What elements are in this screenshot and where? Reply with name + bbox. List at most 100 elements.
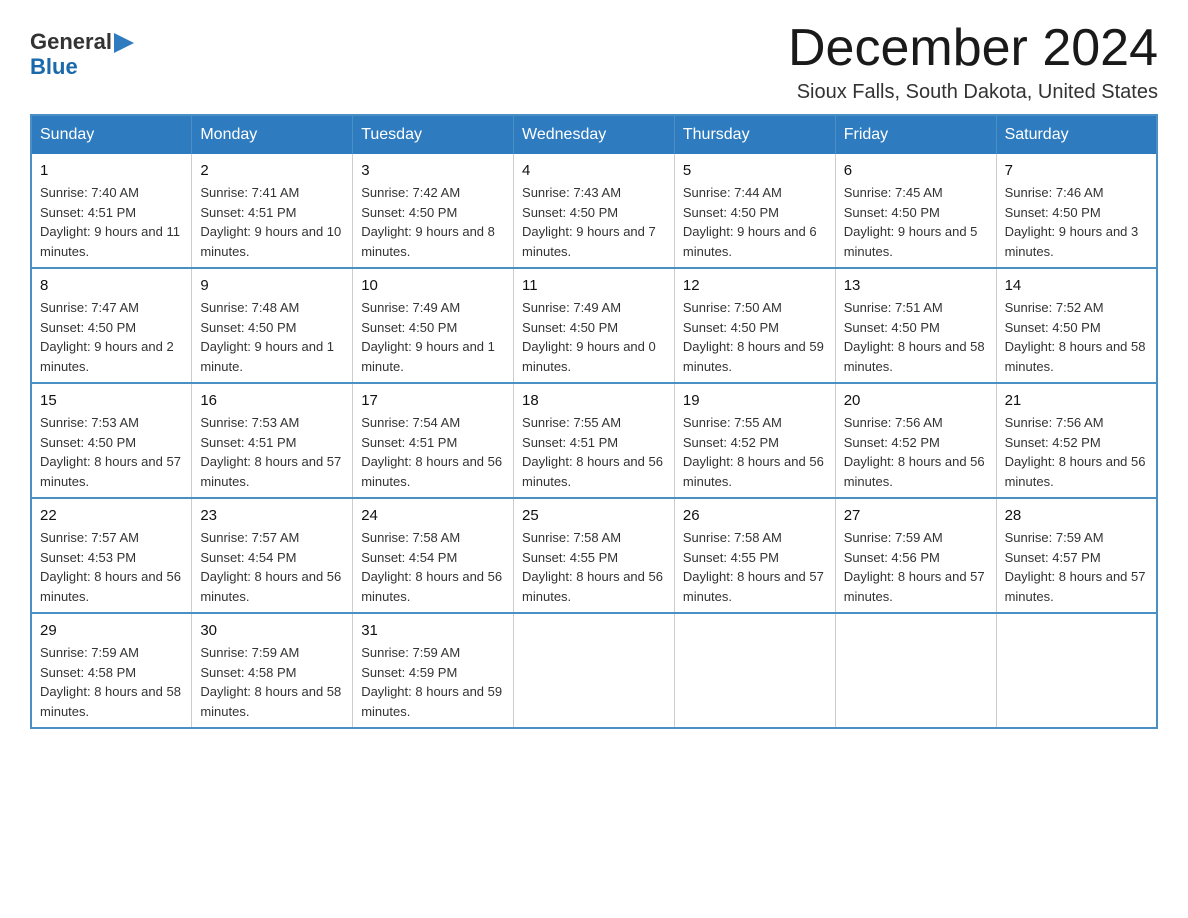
day-info: Sunrise: 7:58 AMSunset: 4:55 PMDaylight:… [683,528,827,606]
day-number: 27 [844,505,988,526]
day-info: Sunrise: 7:55 AMSunset: 4:52 PMDaylight:… [683,413,827,491]
day-number: 10 [361,275,505,296]
calendar-cell: 19 Sunrise: 7:55 AMSunset: 4:52 PMDaylig… [674,383,835,498]
day-info: Sunrise: 7:50 AMSunset: 4:50 PMDaylight:… [683,298,827,376]
page-header: General Blue December 2024 Sioux Falls, … [30,20,1158,104]
calendar-week-row: 1 Sunrise: 7:40 AMSunset: 4:51 PMDayligh… [31,154,1157,268]
calendar-cell: 2 Sunrise: 7:41 AMSunset: 4:51 PMDayligh… [192,154,353,268]
day-number: 9 [200,275,344,296]
calendar-cell [996,613,1157,728]
day-info: Sunrise: 7:56 AMSunset: 4:52 PMDaylight:… [1005,413,1148,491]
day-info: Sunrise: 7:52 AMSunset: 4:50 PMDaylight:… [1005,298,1148,376]
title-section: December 2024 Sioux Falls, South Dakota,… [788,20,1158,104]
calendar-cell [514,613,675,728]
day-number: 15 [40,390,183,411]
day-number: 30 [200,620,344,641]
day-number: 20 [844,390,988,411]
calendar-cell: 12 Sunrise: 7:50 AMSunset: 4:50 PMDaylig… [674,268,835,383]
logo: General Blue [30,20,134,80]
day-number: 11 [522,275,666,296]
day-info: Sunrise: 7:46 AMSunset: 4:50 PMDaylight:… [1005,183,1148,261]
day-info: Sunrise: 7:58 AMSunset: 4:55 PMDaylight:… [522,528,666,606]
day-info: Sunrise: 7:51 AMSunset: 4:50 PMDaylight:… [844,298,988,376]
calendar-cell: 29 Sunrise: 7:59 AMSunset: 4:58 PMDaylig… [31,613,192,728]
calendar-cell [674,613,835,728]
calendar-cell: 30 Sunrise: 7:59 AMSunset: 4:58 PMDaylig… [192,613,353,728]
day-number: 6 [844,160,988,181]
calendar-week-row: 29 Sunrise: 7:59 AMSunset: 4:58 PMDaylig… [31,613,1157,728]
page-subtitle: Sioux Falls, South Dakota, United States [788,81,1158,104]
calendar-cell: 6 Sunrise: 7:45 AMSunset: 4:50 PMDayligh… [835,154,996,268]
calendar-cell: 20 Sunrise: 7:56 AMSunset: 4:52 PMDaylig… [835,383,996,498]
calendar-cell: 16 Sunrise: 7:53 AMSunset: 4:51 PMDaylig… [192,383,353,498]
calendar-cell: 22 Sunrise: 7:57 AMSunset: 4:53 PMDaylig… [31,498,192,613]
day-header-sunday: Sunday [31,115,192,154]
day-info: Sunrise: 7:57 AMSunset: 4:53 PMDaylight:… [40,528,183,606]
day-info: Sunrise: 7:40 AMSunset: 4:51 PMDaylight:… [40,183,183,261]
day-info: Sunrise: 7:59 AMSunset: 4:59 PMDaylight:… [361,643,505,721]
logo-text-blue: Blue [30,54,78,80]
day-number: 22 [40,505,183,526]
day-number: 16 [200,390,344,411]
calendar-cell: 21 Sunrise: 7:56 AMSunset: 4:52 PMDaylig… [996,383,1157,498]
day-header-friday: Friday [835,115,996,154]
day-number: 2 [200,160,344,181]
calendar-cell: 5 Sunrise: 7:44 AMSunset: 4:50 PMDayligh… [674,154,835,268]
day-number: 21 [1005,390,1148,411]
day-info: Sunrise: 7:56 AMSunset: 4:52 PMDaylight:… [844,413,988,491]
day-number: 4 [522,160,666,181]
day-header-monday: Monday [192,115,353,154]
day-info: Sunrise: 7:55 AMSunset: 4:51 PMDaylight:… [522,413,666,491]
day-number: 14 [1005,275,1148,296]
day-info: Sunrise: 7:57 AMSunset: 4:54 PMDaylight:… [200,528,344,606]
calendar-cell: 18 Sunrise: 7:55 AMSunset: 4:51 PMDaylig… [514,383,675,498]
calendar-cell: 24 Sunrise: 7:58 AMSunset: 4:54 PMDaylig… [353,498,514,613]
day-number: 29 [40,620,183,641]
day-info: Sunrise: 7:59 AMSunset: 4:58 PMDaylight:… [200,643,344,721]
calendar-week-row: 22 Sunrise: 7:57 AMSunset: 4:53 PMDaylig… [31,498,1157,613]
day-header-thursday: Thursday [674,115,835,154]
calendar-cell: 4 Sunrise: 7:43 AMSunset: 4:50 PMDayligh… [514,154,675,268]
day-header-saturday: Saturday [996,115,1157,154]
calendar-cell: 8 Sunrise: 7:47 AMSunset: 4:50 PMDayligh… [31,268,192,383]
day-header-wednesday: Wednesday [514,115,675,154]
calendar-cell: 13 Sunrise: 7:51 AMSunset: 4:50 PMDaylig… [835,268,996,383]
calendar-cell: 23 Sunrise: 7:57 AMSunset: 4:54 PMDaylig… [192,498,353,613]
day-number: 23 [200,505,344,526]
calendar-cell: 1 Sunrise: 7:40 AMSunset: 4:51 PMDayligh… [31,154,192,268]
calendar-cell: 14 Sunrise: 7:52 AMSunset: 4:50 PMDaylig… [996,268,1157,383]
calendar-cell: 3 Sunrise: 7:42 AMSunset: 4:50 PMDayligh… [353,154,514,268]
day-number: 26 [683,505,827,526]
day-number: 25 [522,505,666,526]
calendar-header-row: SundayMondayTuesdayWednesdayThursdayFrid… [31,115,1157,154]
day-info: Sunrise: 7:47 AMSunset: 4:50 PMDaylight:… [40,298,183,376]
page-title: December 2024 [788,20,1158,77]
day-info: Sunrise: 7:59 AMSunset: 4:58 PMDaylight:… [40,643,183,721]
calendar-cell: 7 Sunrise: 7:46 AMSunset: 4:50 PMDayligh… [996,154,1157,268]
day-number: 1 [40,160,183,181]
day-info: Sunrise: 7:59 AMSunset: 4:56 PMDaylight:… [844,528,988,606]
day-number: 28 [1005,505,1148,526]
calendar-week-row: 15 Sunrise: 7:53 AMSunset: 4:50 PMDaylig… [31,383,1157,498]
day-number: 31 [361,620,505,641]
calendar-cell: 10 Sunrise: 7:49 AMSunset: 4:50 PMDaylig… [353,268,514,383]
day-info: Sunrise: 7:44 AMSunset: 4:50 PMDaylight:… [683,183,827,261]
day-info: Sunrise: 7:43 AMSunset: 4:50 PMDaylight:… [522,183,666,261]
day-info: Sunrise: 7:54 AMSunset: 4:51 PMDaylight:… [361,413,505,491]
day-info: Sunrise: 7:45 AMSunset: 4:50 PMDaylight:… [844,183,988,261]
day-number: 8 [40,275,183,296]
day-number: 5 [683,160,827,181]
day-info: Sunrise: 7:42 AMSunset: 4:50 PMDaylight:… [361,183,505,261]
calendar-table: SundayMondayTuesdayWednesdayThursdayFrid… [30,114,1158,729]
calendar-cell: 9 Sunrise: 7:48 AMSunset: 4:50 PMDayligh… [192,268,353,383]
calendar-cell: 27 Sunrise: 7:59 AMSunset: 4:56 PMDaylig… [835,498,996,613]
day-info: Sunrise: 7:41 AMSunset: 4:51 PMDaylight:… [200,183,344,261]
day-number: 3 [361,160,505,181]
calendar-cell: 25 Sunrise: 7:58 AMSunset: 4:55 PMDaylig… [514,498,675,613]
calendar-cell: 31 Sunrise: 7:59 AMSunset: 4:59 PMDaylig… [353,613,514,728]
day-number: 24 [361,505,505,526]
day-info: Sunrise: 7:48 AMSunset: 4:50 PMDaylight:… [200,298,344,376]
calendar-week-row: 8 Sunrise: 7:47 AMSunset: 4:50 PMDayligh… [31,268,1157,383]
calendar-cell: 26 Sunrise: 7:58 AMSunset: 4:55 PMDaylig… [674,498,835,613]
day-number: 17 [361,390,505,411]
